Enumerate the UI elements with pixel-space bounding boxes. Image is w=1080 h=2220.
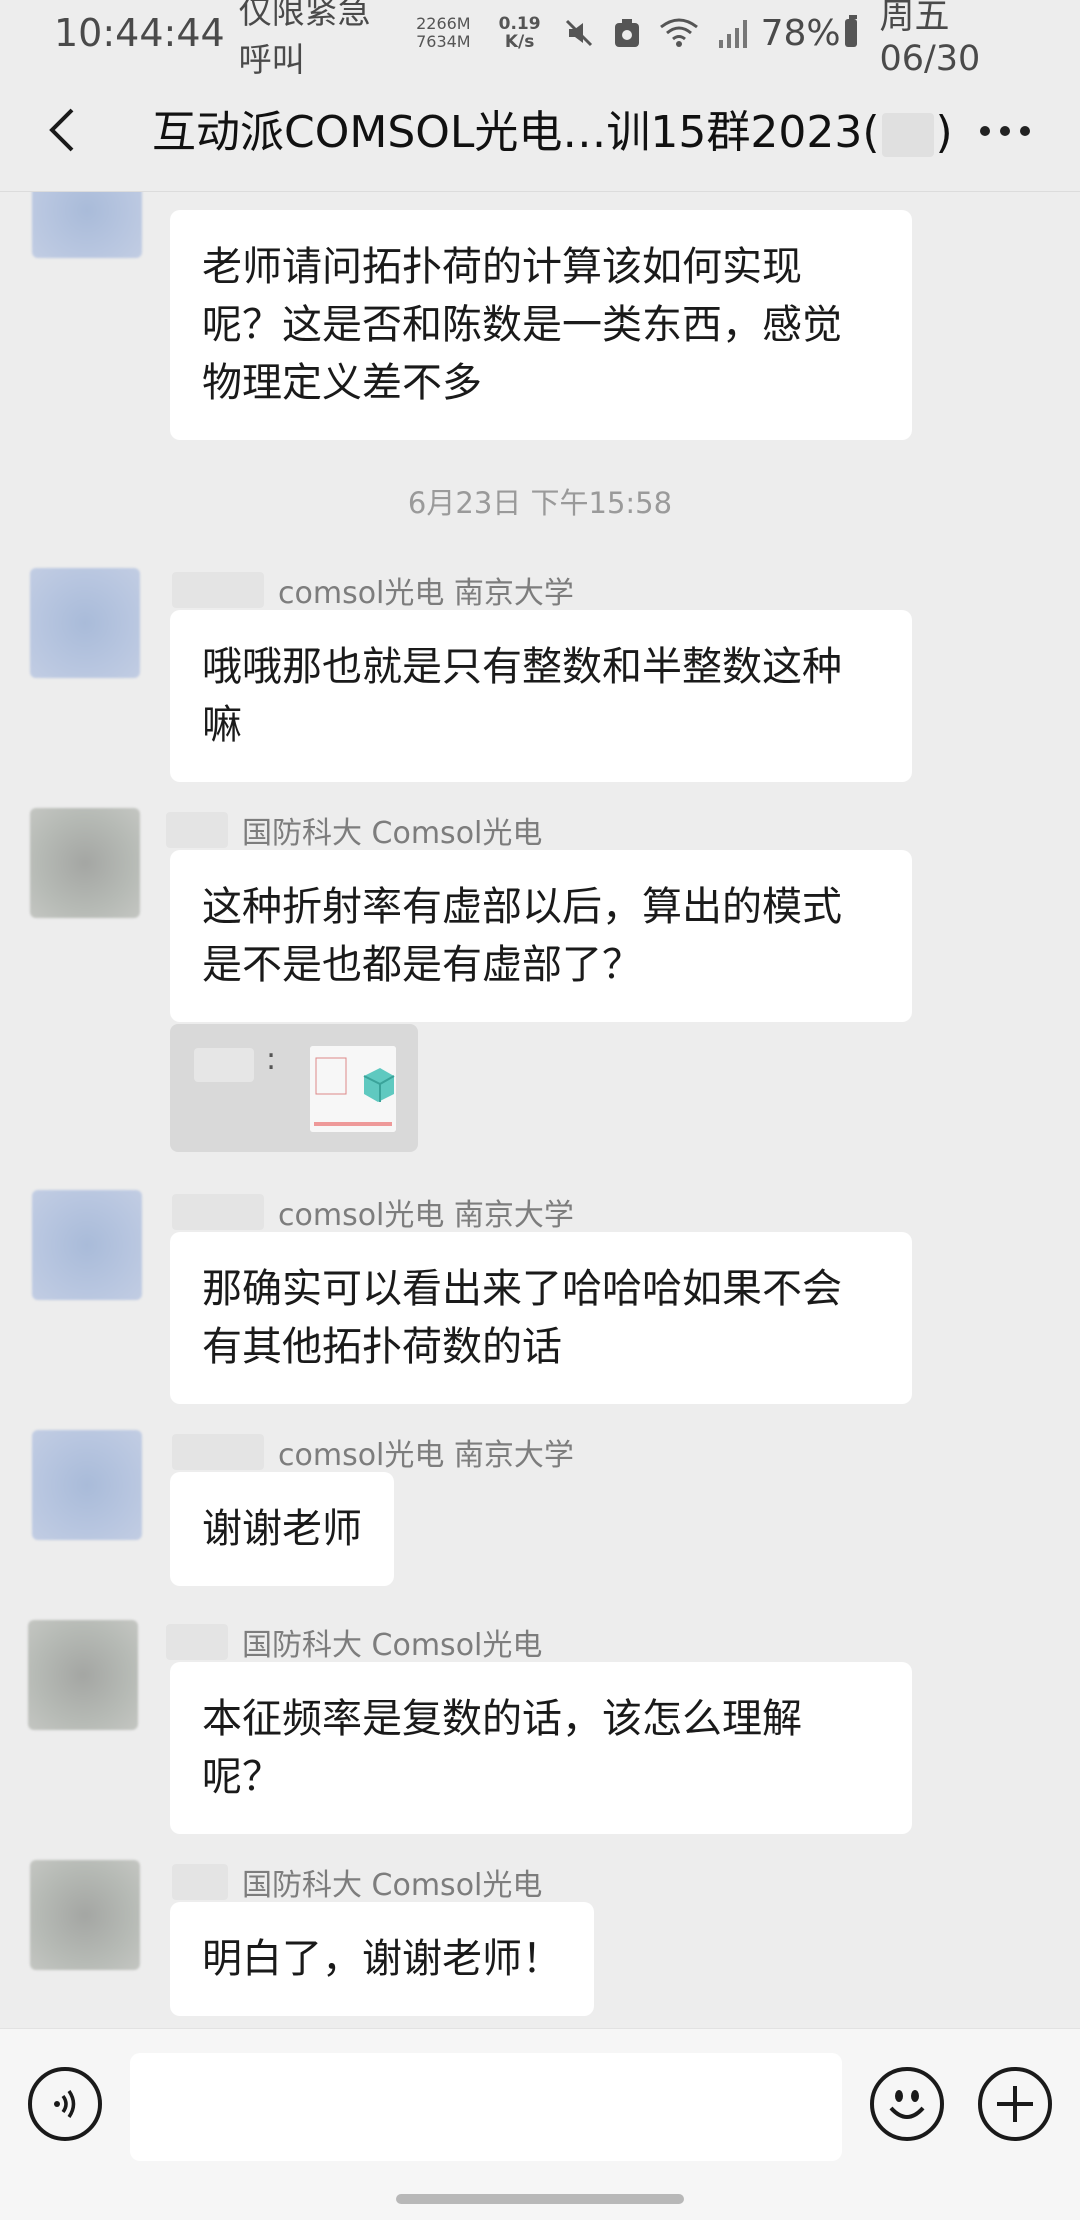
message-bubble[interactable]: 谢谢老师	[170, 1472, 394, 1586]
chat-title-text: 互动派COMSOL光电…训15群2023(	[152, 107, 880, 158]
avatar[interactable]	[32, 1430, 142, 1540]
home-indicator[interactable]	[396, 2194, 684, 2204]
redacted-block	[881, 113, 934, 157]
chat-header: 互动派COMSOL光电…训15群2023()	[0, 66, 1080, 192]
redacted-block	[172, 1194, 264, 1230]
message-bubble[interactable]: 明白了，谢谢老师！	[170, 1902, 594, 2016]
message-text: 本征频率是复数的话，该怎么理解呢？	[202, 1696, 802, 1800]
plus-button[interactable]	[978, 2067, 1052, 2141]
sender-name: comsol光电 南京大学	[172, 568, 574, 612]
sender-name: comsol光电 南京大学	[172, 1430, 574, 1474]
status-bar: 10:44:44 仅限紧急呼叫 2266M 7634M 0.19 K/s 78%…	[0, 0, 1080, 79]
quote-separator: :	[266, 1042, 277, 1077]
avatar[interactable]	[32, 1190, 142, 1300]
sender-name: 国防科大 Comsol光电	[166, 808, 542, 852]
sender-name: 国防科大 Comsol光电	[172, 1860, 542, 1904]
mute-icon	[565, 19, 592, 47]
battery-percent: 78%	[760, 12, 841, 54]
sender-name-text: 国防科大 Comsol光电	[242, 1868, 543, 1903]
memory-total: 7634M	[416, 32, 471, 51]
more-options-icon[interactable]	[980, 126, 1030, 136]
sender-name-text: comsol光电 南京大学	[278, 1198, 574, 1233]
avatar[interactable]	[30, 808, 140, 918]
avatar[interactable]	[30, 1860, 140, 1970]
sender-name: comsol光电 南京大学	[172, 1190, 574, 1234]
chat-title: 互动派COMSOL光电…训15群2023()	[152, 96, 953, 160]
message-text: 哦哦那也就是只有整数和半整数这种嘛	[202, 644, 842, 748]
redacted-block	[172, 1434, 264, 1470]
plus-icon	[997, 2086, 1033, 2122]
avatar[interactable]	[28, 1620, 138, 1730]
voice-button[interactable]	[28, 2067, 102, 2141]
image-thumbnail[interactable]	[310, 1046, 396, 1132]
memory-indicator: 2266M 7634M	[416, 15, 471, 51]
message-text: 这种折射率有虚部以后，算出的模式是不是也都是有虚部了？	[202, 884, 842, 988]
message-bubble[interactable]: 那确实可以看出来了哈哈哈如果不会有其他拓扑荷数的话	[170, 1232, 912, 1404]
chat-title-suffix: )	[935, 107, 953, 158]
emoji-button[interactable]	[870, 2067, 944, 2141]
message-input[interactable]	[130, 2053, 842, 2161]
thumbnail-image	[310, 1046, 396, 1132]
message-text: 明白了，谢谢老师！	[202, 1936, 562, 1982]
sender-name-text: comsol光电 南京大学	[278, 1438, 574, 1473]
wifi-icon	[659, 18, 698, 47]
time-divider: 6月23日 下午15:58	[407, 486, 673, 520]
message-bubble[interactable]: 哦哦那也就是只有整数和半整数这种嘛	[170, 610, 912, 782]
redacted-block	[194, 1048, 254, 1082]
message-text: 谢谢老师	[202, 1506, 362, 1552]
network-speed-value: 0.19	[498, 14, 541, 34]
signal-icon	[718, 20, 747, 48]
avatar[interactable]	[30, 568, 140, 678]
voice-icon	[54, 2090, 76, 2118]
sender-name-text: 国防科大 Comsol光电	[242, 1628, 543, 1663]
avatar[interactable]	[32, 192, 142, 258]
redacted-block	[172, 572, 264, 608]
redacted-block	[166, 1624, 228, 1660]
emoji-icon	[889, 2090, 925, 2119]
sender-name-text: comsol光电 南京大学	[278, 576, 574, 611]
battery-icon	[844, 15, 858, 47]
message-list[interactable]: 老师请问拓扑荷的计算该如何实现呢？这是否和陈数是一类东西，感觉物理定义差不多 6…	[0, 192, 1080, 2028]
message-bubble[interactable]: 老师请问拓扑荷的计算该如何实现呢？这是否和陈数是一类东西，感觉物理定义差不多	[170, 210, 912, 440]
sender-name: 国防科大 Comsol光电	[166, 1620, 542, 1664]
message-text: 老师请问拓扑荷的计算该如何实现呢？这是否和陈数是一类东西，感觉物理定义差不多	[202, 244, 842, 406]
network-speed: 0.19 K/s	[499, 15, 541, 51]
input-bar	[0, 2028, 1080, 2220]
message-text: 那确实可以看出来了哈哈哈如果不会有其他拓扑荷数的话	[202, 1266, 842, 1370]
message-bubble[interactable]: 本征频率是复数的话，该怎么理解呢？	[170, 1662, 912, 1834]
recycle-icon	[614, 19, 639, 47]
sender-name-text: 国防科大 Comsol光电	[242, 816, 543, 851]
quoted-image-card[interactable]: :	[170, 1024, 418, 1152]
back-arrow-icon[interactable]	[36, 102, 92, 158]
redacted-block	[172, 1864, 228, 1900]
status-time: 10:44:44	[54, 11, 225, 55]
redacted-block	[166, 812, 228, 848]
message-bubble[interactable]: 这种折射率有虚部以后，算出的模式是不是也都是有虚部了？	[170, 850, 912, 1022]
network-speed-unit: K/s	[504, 32, 535, 52]
memory-used: 2266M	[416, 14, 471, 33]
